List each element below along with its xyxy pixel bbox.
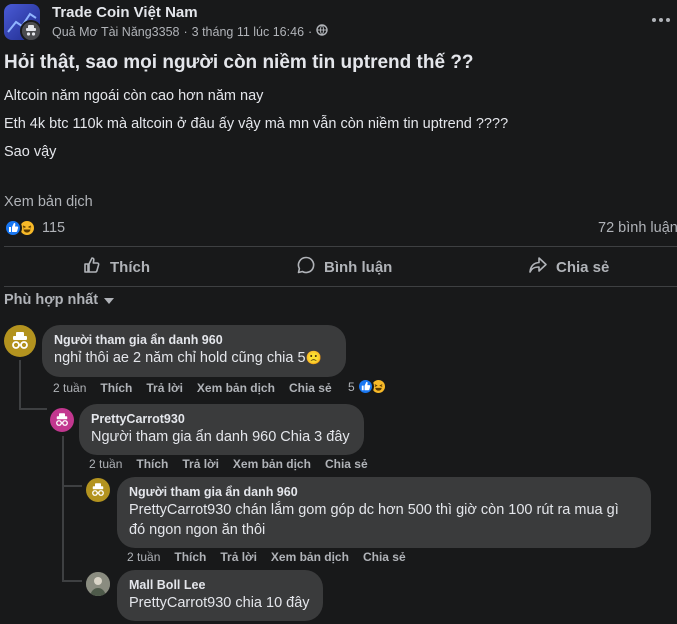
thread-line: [19, 360, 21, 410]
anonymous-avatar-icon[interactable]: [50, 408, 74, 432]
like-reaction-icon: [356, 378, 374, 395]
sort-label: Phù hợp nhất: [4, 292, 99, 308]
thread-line: [62, 580, 82, 582]
comment-text: PrettyCarrot930 chia 10 đây: [129, 595, 310, 611]
see-translation-link[interactable]: Xem bản dịch: [4, 194, 93, 210]
comment-time[interactable]: 2 tuần: [53, 381, 86, 395]
post-line: Sao vậy: [4, 144, 57, 160]
meta-separator: ·: [183, 24, 188, 39]
post-meta: Quả Mơ Tài Năng3358 · 3 tháng 11 lúc 16:…: [52, 24, 328, 39]
author-avatar[interactable]: [20, 20, 40, 40]
user-avatar[interactable]: [86, 572, 110, 596]
comment-like-button[interactable]: Thích: [100, 381, 132, 395]
anonymous-avatar-icon[interactable]: [4, 325, 36, 357]
comment-body: nghỉ thôi ae 2 năm chỉ hold cũng chia 5: [54, 350, 306, 366]
like-button[interactable]: Thích: [82, 256, 150, 278]
caret-down-icon: [104, 292, 115, 308]
comment-text: nghỉ thôi ae 2 năm chỉ hold cũng chia 5🙁: [54, 348, 334, 369]
comment-button[interactable]: Bình luận: [296, 256, 392, 278]
more-options-icon[interactable]: [650, 12, 672, 28]
comment-reply-button[interactable]: Trả lời: [146, 381, 183, 395]
comment-share-button[interactable]: Chia sẻ: [289, 381, 332, 395]
comment-text: PrettyCarrot930 chán lắm gom góp dc hơn …: [129, 500, 639, 540]
comment-translate-link[interactable]: Xem bản dịch: [271, 550, 349, 564]
post-line: Eth 4k btc 110k mà altcoin ở đâu ấy vậy …: [4, 116, 509, 132]
comment-reaction-count: 5: [348, 379, 355, 394]
comment-count[interactable]: 72 bình luận: [598, 220, 677, 236]
group-name[interactable]: Trade Coin Việt Nam: [52, 4, 198, 21]
comment-translate-link[interactable]: Xem bản dịch: [233, 457, 311, 471]
comment-actions: 2 tuần Thích Trả lời Xem bản dịch Chia s…: [127, 550, 406, 564]
comment-bubble: Người tham gia ẩn danh 960 PrettyCarrot9…: [117, 477, 651, 548]
thread-line: [62, 485, 82, 487]
thread-line: [19, 408, 47, 410]
commenter-name[interactable]: PrettyCarrot930: [91, 412, 352, 426]
like-reaction-icon: [4, 219, 22, 237]
anonymous-avatar-icon[interactable]: [86, 478, 110, 502]
commenter-name[interactable]: Người tham gia ẩn danh 960: [129, 485, 639, 499]
comment-time[interactable]: 2 tuần: [89, 457, 122, 471]
share-label: Chia sẻ: [556, 258, 610, 276]
reaction-count: 115: [42, 220, 66, 236]
comment-text-line: PrettyCarrot930 chán lắm gom góp dc hơn …: [129, 502, 619, 518]
comment-like-button[interactable]: Thích: [136, 457, 168, 471]
post-timestamp[interactable]: 3 tháng 11 lúc 16:46: [192, 25, 304, 39]
comment-text: Người tham gia ẩn danh 960 Chia 3 đây: [91, 429, 350, 445]
commenter-name[interactable]: Mall Boll Lee: [129, 578, 311, 592]
comment-like-button[interactable]: Thích: [174, 550, 206, 564]
comment-reply-button[interactable]: Trả lời: [220, 550, 257, 564]
comment-text-line: đó ngon ngon ăn thôi: [129, 522, 266, 538]
comment-bubble: Người tham gia ẩn danh 960 nghỉ thôi ae …: [42, 325, 346, 377]
comment-time[interactable]: 2 tuần: [127, 550, 160, 564]
divider: [4, 246, 677, 247]
like-label: Thích: [110, 258, 150, 276]
group-avatar[interactable]: [4, 4, 40, 40]
reaction-summary[interactable]: 115: [4, 219, 65, 237]
comment-actions: 2 tuần Thích Trả lời Xem bản dịch Chia s…: [53, 381, 332, 395]
comment-share-button[interactable]: Chia sẻ: [363, 550, 406, 564]
author-name[interactable]: Quả Mơ Tài Năng3358: [52, 25, 179, 39]
share-icon: [528, 255, 548, 279]
comment-bubble: PrettyCarrot930 Người tham gia ẩn danh 9…: [79, 404, 364, 455]
comment-label: Bình luận: [324, 258, 393, 276]
post-title: Hỏi thật, sao mọi người còn niềm tin upt…: [4, 52, 474, 73]
globe-icon: [316, 24, 328, 39]
thread-line: [62, 436, 64, 582]
comment-bubble: Mall Boll Lee PrettyCarrot930 chia 10 đâ…: [117, 570, 323, 621]
post-line: Altcoin năm ngoái còn cao hơn năm nay: [4, 88, 264, 104]
sort-dropdown[interactable]: Phù hợp nhất: [4, 292, 115, 308]
meta-separator: ·: [308, 24, 313, 39]
divider: [4, 286, 677, 287]
comment-reply-button[interactable]: Trả lời: [182, 457, 219, 471]
like-icon: [82, 255, 102, 279]
comment-share-button[interactable]: Chia sẻ: [325, 457, 368, 471]
comment-translate-link[interactable]: Xem bản dịch: [197, 381, 275, 395]
comment-actions: 2 tuần Thích Trả lời Xem bản dịch Chia s…: [89, 457, 368, 471]
share-button[interactable]: Chia sẻ: [528, 256, 609, 278]
comment-reaction-summary[interactable]: 5: [348, 378, 387, 395]
frown-emoji: 🙁: [305, 351, 322, 366]
commenter-name[interactable]: Người tham gia ẩn danh 960: [54, 333, 334, 347]
comment-icon: [296, 255, 316, 279]
